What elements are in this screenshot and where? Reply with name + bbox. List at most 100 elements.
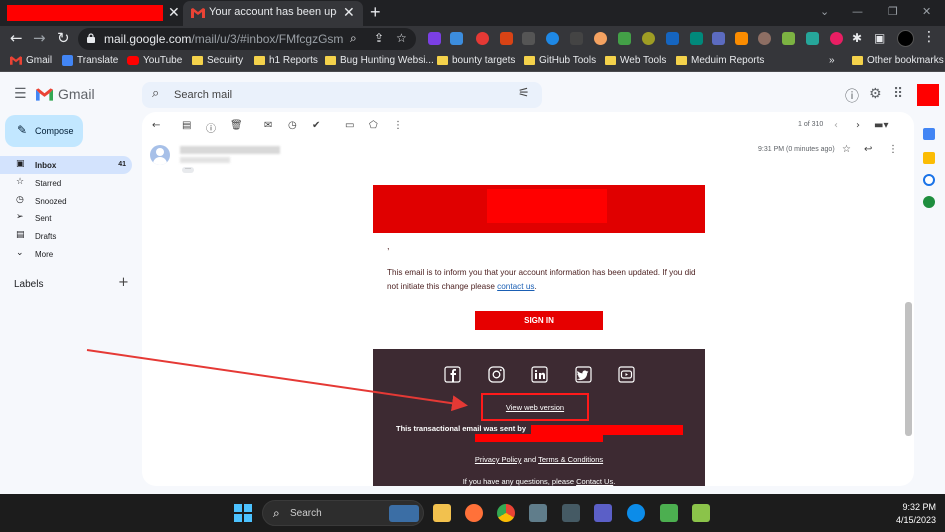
extension-icon[interactable] — [642, 32, 655, 45]
extension-icon[interactable] — [450, 32, 463, 45]
bookmark-folder[interactable]: Meduim Reports — [676, 55, 764, 66]
restore-icon[interactable]: ❐ — [888, 5, 898, 18]
chevron-left-icon[interactable]: ‹ — [834, 120, 838, 131]
profile-avatar[interactable] — [897, 30, 914, 47]
twitter-icon[interactable] — [575, 366, 592, 383]
tasks-icon[interactable] — [923, 174, 935, 186]
gmail-logo-icon[interactable] — [36, 88, 53, 101]
calendar-icon[interactable] — [923, 128, 935, 140]
search-input[interactable]: Search mail — [174, 89, 232, 101]
chrome-icon[interactable] — [497, 504, 515, 522]
message-scrollbar[interactable] — [905, 302, 912, 436]
extension-icon[interactable] — [690, 32, 703, 45]
main-menu-icon[interactable]: ☰ — [14, 86, 27, 102]
delete-icon[interactable]: 🗑 — [230, 120, 243, 131]
active-tab[interactable]: Your account has been updated. ✕ — [183, 1, 363, 26]
search-bar[interactable]: ⌕ Search mail ⚟ — [142, 82, 542, 108]
contact-us-footer-link[interactable]: Contact Us — [576, 477, 613, 486]
privacy-policy-link[interactable]: Privacy Policy — [475, 455, 522, 464]
firefox-icon[interactable] — [465, 504, 483, 522]
extension-icon[interactable] — [806, 32, 819, 45]
sidebar-item-snoozed[interactable]: ◷ Snoozed — [0, 192, 132, 210]
zoom-search-icon[interactable]: ⌕ — [350, 31, 357, 46]
other-bookmarks[interactable]: Other bookmarks — [852, 55, 944, 66]
sidebar-item-inbox[interactable]: ▣ Inbox 41 — [0, 156, 132, 174]
snipping-tool-icon[interactable] — [562, 504, 580, 522]
archive-icon[interactable]: ▤ — [182, 120, 191, 131]
file-explorer-icon[interactable] — [433, 504, 451, 522]
sidebar-item-more[interactable]: ⌄ More — [0, 245, 132, 263]
app-icon[interactable] — [692, 504, 710, 522]
view-web-version-link[interactable]: View web version — [483, 403, 587, 412]
edge-icon[interactable] — [627, 504, 645, 522]
side-panel-icon[interactable]: ▣ — [874, 31, 885, 45]
mark-unread-icon[interactable]: ✉ — [264, 120, 272, 131]
teams-icon[interactable] — [594, 504, 612, 522]
search-icon[interactable]: ⌕ — [152, 86, 159, 101]
extension-icon[interactable] — [522, 32, 535, 45]
keep-icon[interactable] — [923, 152, 935, 164]
bookmark-translate[interactable]: Translate — [62, 55, 118, 66]
redacted-tab[interactable] — [7, 5, 163, 21]
account-avatar[interactable] — [917, 84, 939, 106]
bookmark-folder[interactable]: GitHub Tools — [524, 55, 596, 66]
share-icon[interactable]: ⇪ — [374, 31, 384, 45]
extensions-puzzle-icon[interactable]: ✱ — [852, 31, 862, 45]
help-icon[interactable]: ⓘ — [845, 86, 859, 106]
extension-icon[interactable] — [476, 32, 489, 45]
extension-icon[interactable] — [735, 32, 748, 45]
minimize-icon[interactable]: — — [852, 5, 863, 18]
bookmark-folder[interactable]: Secuirty — [192, 55, 243, 66]
extension-icon[interactable] — [618, 32, 631, 45]
snooze-icon[interactable]: ◷ — [288, 120, 297, 131]
extension-icon[interactable] — [758, 32, 771, 45]
move-to-icon[interactable]: ▭ — [345, 120, 354, 131]
taskbar-clock[interactable]: 9:32 PM 4/15/2023 — [876, 501, 936, 527]
close-tab-icon[interactable]: ✕ — [168, 4, 180, 22]
instagram-icon[interactable] — [488, 366, 505, 383]
app-icon[interactable] — [660, 504, 678, 522]
sidebar-item-sent[interactable]: ➢ Sent — [0, 209, 132, 227]
linkedin-icon[interactable] — [531, 366, 548, 383]
address-bar[interactable]: mail.google.com/mail/u/3/#inbox/FMfcgzGs… — [78, 28, 416, 50]
extension-icon[interactable] — [428, 32, 441, 45]
input-tools-icon[interactable]: ▬▾ — [874, 120, 888, 131]
reload-icon[interactable]: ↻ — [57, 29, 70, 47]
contacts-icon[interactable] — [923, 196, 935, 208]
windows-start-icon[interactable] — [234, 504, 252, 522]
sidebar-item-starred[interactable]: ☆ Starred — [0, 174, 132, 192]
extension-icon[interactable] — [546, 32, 559, 45]
extension-icon[interactable] — [500, 32, 513, 45]
close-tab-icon[interactable]: ✕ — [343, 4, 355, 22]
new-tab-button[interactable]: + — [370, 2, 381, 22]
extension-icon[interactable] — [782, 32, 795, 45]
extension-icon[interactable] — [712, 32, 725, 45]
bookmark-star-icon[interactable]: ☆ — [396, 31, 407, 45]
star-icon[interactable]: ☆ — [842, 144, 851, 155]
sign-in-button[interactable]: SIGN IN — [475, 311, 603, 330]
bookmark-youtube[interactable]: YouTube — [127, 55, 182, 66]
add-task-icon[interactable]: ✔ — [312, 120, 320, 131]
more-options-icon[interactable]: ⋮ — [888, 144, 898, 155]
close-window-icon[interactable]: ✕ — [922, 5, 931, 18]
back-arrow-icon[interactable]: ← — [152, 120, 160, 131]
facebook-icon[interactable] — [444, 366, 461, 383]
extension-icon[interactable] — [594, 32, 607, 45]
label-icon[interactable]: ⬠ — [369, 120, 378, 131]
bookmark-folder[interactable]: Bug Hunting Websi... — [325, 55, 434, 66]
sender-avatar[interactable] — [150, 145, 170, 165]
bookmark-folder[interactable]: bounty targets — [437, 55, 515, 66]
youtube-icon[interactable] — [618, 366, 635, 383]
extension-icon[interactable] — [830, 32, 843, 45]
settings-gear-icon[interactable]: ⚙ — [869, 86, 882, 102]
virtualbox-icon[interactable] — [529, 504, 547, 522]
contact-us-link[interactable]: contact us — [497, 282, 534, 291]
taskbar-search[interactable]: ⌕ Search — [262, 500, 424, 526]
bookmark-folder[interactable]: Web Tools — [605, 55, 666, 66]
chevron-down-icon[interactable]: ⌄ — [820, 5, 829, 18]
show-details-button[interactable]: ··· — [182, 166, 194, 173]
more-actions-icon[interactable]: ⋮ — [393, 120, 403, 131]
reply-icon[interactable]: ↩ — [864, 144, 872, 155]
bookmark-gmail[interactable]: Gmail — [10, 55, 52, 66]
report-spam-icon[interactable]: ⓘ — [206, 120, 216, 135]
